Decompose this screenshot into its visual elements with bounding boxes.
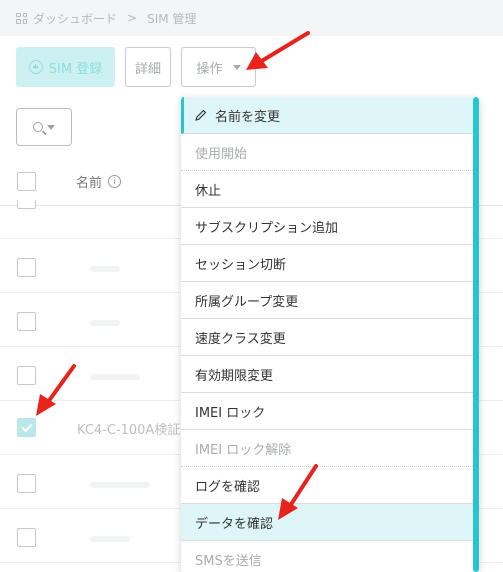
menu-item-activate[interactable]: 使用開始 xyxy=(181,134,473,171)
dashboard-grid-icon xyxy=(16,12,27,24)
menu-item-view-logs[interactable]: ログを確認 xyxy=(181,467,473,504)
info-icon[interactable]: i xyxy=(108,175,122,188)
breadcrumb-current: SIM 管理 xyxy=(147,11,197,26)
sim-register-button[interactable]: SIM 登録 xyxy=(16,47,115,87)
search-filter-button[interactable] xyxy=(16,108,72,146)
row-checkbox-checked[interactable] xyxy=(17,418,36,437)
menu-item-imei-unlock[interactable]: IMEI ロック解除 xyxy=(181,430,473,467)
operations-label: 操作 xyxy=(196,61,223,77)
menu-item-label: 名前を変更 xyxy=(215,109,281,125)
select-all-checkbox[interactable] xyxy=(17,172,36,191)
plus-circle-icon xyxy=(28,60,43,74)
menu-item-change-expiry[interactable]: 有効期限変更 xyxy=(181,356,473,393)
menu-item-send-sms[interactable]: SMSを送信 xyxy=(181,541,473,572)
sim-register-label: SIM 登録 xyxy=(48,61,103,77)
menu-item-change-speed-class[interactable]: 速度クラス変更 xyxy=(181,319,473,356)
name-header-label: 名前 xyxy=(76,176,103,191)
row-checkbox[interactable] xyxy=(17,528,36,547)
operations-dropdown-menu: 名前を変更 使用開始 休止 サブスクリプション追加 セッション切断 所属グループ… xyxy=(181,97,479,572)
chevron-down-icon xyxy=(47,124,55,130)
row-checkbox[interactable] xyxy=(17,474,36,493)
row-placeholder xyxy=(90,482,150,488)
row-checkbox[interactable] xyxy=(17,200,36,209)
breadcrumb: ダッシュボード > SIM 管理 xyxy=(16,8,196,28)
menu-item-disconnect-session[interactable]: セッション切断 xyxy=(181,245,473,282)
menu-item-rename[interactable]: 名前を変更 xyxy=(181,97,473,134)
pencil-icon xyxy=(195,109,207,121)
menu-item-suspend[interactable]: 休止 xyxy=(181,171,473,208)
row-checkbox[interactable] xyxy=(17,312,36,331)
menu-item-imei-lock[interactable]: IMEI ロック xyxy=(181,393,473,430)
detail-button[interactable]: 詳細 xyxy=(125,47,171,87)
row-placeholder xyxy=(90,374,140,380)
row-placeholder xyxy=(90,320,120,326)
menu-item-change-group[interactable]: 所属グループ変更 xyxy=(181,282,473,319)
annotation-arrow-icon xyxy=(36,364,76,416)
row-placeholder xyxy=(90,266,120,272)
name-column-header[interactable]: 名前 i xyxy=(76,172,122,191)
menu-scrollbar[interactable] xyxy=(473,97,479,572)
checkmark-icon xyxy=(20,420,33,432)
row-name[interactable]: KC4-C-100A検証用 xyxy=(77,419,193,438)
annotation-arrow-icon xyxy=(246,31,310,70)
annotation-arrow-icon xyxy=(278,464,318,520)
breadcrumb-separator: > xyxy=(127,11,138,25)
breadcrumb-home[interactable]: ダッシュボード xyxy=(33,10,117,27)
search-icon xyxy=(33,122,43,132)
menu-item-add-subscription[interactable]: サブスクリプション追加 xyxy=(181,208,473,245)
row-placeholder xyxy=(90,536,130,542)
row-checkbox[interactable] xyxy=(17,258,36,277)
menu-item-view-data[interactable]: データを確認 xyxy=(181,504,473,541)
